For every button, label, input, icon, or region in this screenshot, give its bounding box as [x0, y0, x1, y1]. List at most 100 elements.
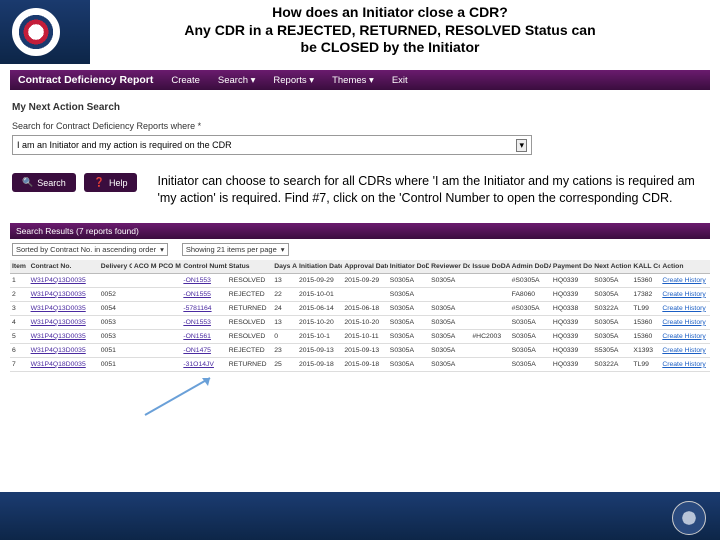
- control-number-link[interactable]: -ON1553: [181, 315, 226, 329]
- page-size-select[interactable]: Showing 21 items per page▾: [182, 243, 289, 256]
- table-cell: S0305A: [429, 329, 470, 343]
- table-row: 1W31P4Q13D0035-ON1553RESOLVED132015-09-2…: [10, 273, 710, 287]
- col-header[interactable]: Admin DoDAAC: [510, 260, 551, 274]
- action-link[interactable]: Create History: [660, 301, 710, 315]
- table-cell: 2015-09-29: [297, 273, 342, 287]
- table-cell: S0322A: [592, 301, 631, 315]
- col-header[interactable]: Item: [10, 260, 29, 274]
- results-header-bar: Search Results (7 reports found): [10, 223, 710, 239]
- table-cell: 0051: [99, 343, 132, 357]
- table-cell: 7: [10, 357, 29, 371]
- table-cell: 2015-10-1: [297, 329, 342, 343]
- table-cell: 2015-09-13: [342, 343, 387, 357]
- table-cell: S0305A: [388, 329, 429, 343]
- sort-select[interactable]: Sorted by Contract No. in ascending orde…: [12, 243, 168, 256]
- action-link[interactable]: Create History: [660, 273, 710, 287]
- control-number-link[interactable]: -ON1555: [181, 287, 226, 301]
- control-number-link[interactable]: -ON1475: [181, 343, 226, 357]
- table-cell: [157, 273, 182, 287]
- contract-link[interactable]: W31P4Q13D0035: [29, 273, 99, 287]
- table-cell: 15360: [631, 329, 660, 343]
- dropdown-value: I am an Initiator and my action is requi…: [17, 140, 232, 150]
- help-button[interactable]: ❓ Help: [84, 173, 138, 192]
- results-count: Search Results (7 reports found): [16, 226, 139, 236]
- action-link[interactable]: Create History: [660, 287, 710, 301]
- col-header[interactable]: Action: [660, 260, 710, 274]
- table-cell: S0305A: [510, 343, 551, 357]
- action-link[interactable]: Create History: [660, 315, 710, 329]
- contract-link[interactable]: W31P4Q13D0035: [29, 315, 99, 329]
- table-cell: 2015-06-18: [342, 301, 387, 315]
- table-row: 2W31P4Q13D00350052-ON1555REJECTED222015-…: [10, 287, 710, 301]
- help-button-label: Help: [109, 178, 128, 188]
- control-number-link[interactable]: -31O14JV: [181, 357, 226, 371]
- col-header[interactable]: Approval Date: [342, 260, 387, 274]
- table-cell: S0305A: [429, 357, 470, 371]
- col-header[interactable]: Initiator DoDAAC: [388, 260, 429, 274]
- col-header[interactable]: Payment DoDAAC: [551, 260, 592, 274]
- table-cell: [157, 357, 182, 371]
- contract-link[interactable]: W31P4Q18D0035: [29, 357, 99, 371]
- button-row: 🔍 Search ❓ Help Initiator can choose to …: [12, 173, 708, 207]
- nav-search[interactable]: Search ▾: [218, 75, 256, 86]
- agency-seal-icon: [12, 8, 60, 56]
- table-cell: S0305A: [592, 287, 631, 301]
- chevron-down-icon: ▾: [160, 245, 164, 254]
- control-number-link[interactable]: -ON1553: [181, 273, 226, 287]
- contract-link[interactable]: W31P4Q13D0035: [29, 287, 99, 301]
- table-cell: S0305A: [388, 301, 429, 315]
- table-row: 7W31P4Q18D00350051-31O14JVRETURNED252015…: [10, 357, 710, 371]
- col-header[interactable]: PCO Mod: [157, 260, 182, 274]
- nav-exit[interactable]: Exit: [392, 75, 408, 86]
- col-header[interactable]: Issue DoDAAC: [470, 260, 509, 274]
- table-cell: [132, 273, 157, 287]
- table-cell: HQ0339: [551, 287, 592, 301]
- col-header[interactable]: Next Action By: [592, 260, 631, 274]
- table-cell: HQ0338: [551, 301, 592, 315]
- contract-link[interactable]: W31P4Q13D0035: [29, 329, 99, 343]
- table-row: 3W31P4Q13D00350054-5781164RETURNED242015…: [10, 301, 710, 315]
- table-cell: [132, 329, 157, 343]
- col-header[interactable]: Reviewer DoDAAC: [429, 260, 470, 274]
- search-button-label: Search: [37, 178, 66, 188]
- action-link[interactable]: Create History: [660, 329, 710, 343]
- table-cell: [157, 343, 182, 357]
- nav-create[interactable]: Create: [171, 75, 200, 86]
- table-cell: REJECTED: [227, 343, 272, 357]
- table-cell: [99, 273, 132, 287]
- table-cell: 0054: [99, 301, 132, 315]
- table-cell: S5305A: [592, 343, 631, 357]
- nav-themes[interactable]: Themes ▾: [332, 75, 374, 86]
- search-button[interactable]: 🔍 Search: [12, 173, 76, 192]
- nav-reports[interactable]: Reports ▾: [273, 75, 314, 86]
- results-controls: Sorted by Contract No. in ascending orde…: [10, 239, 710, 260]
- dod-seal-icon: [672, 501, 706, 535]
- contract-link[interactable]: W31P4Q13D0035: [29, 343, 99, 357]
- col-header[interactable]: Days Aged: [272, 260, 297, 274]
- table-cell: [470, 287, 509, 301]
- contract-link[interactable]: W31P4Q13D0035: [29, 301, 99, 315]
- search-criteria-dropdown[interactable]: I am an Initiator and my action is requi…: [12, 135, 532, 155]
- table-cell: 5: [10, 329, 29, 343]
- table-cell: [157, 287, 182, 301]
- table-cell: S0305A: [510, 357, 551, 371]
- table-cell: RESOLVED: [227, 329, 272, 343]
- col-header[interactable]: Control Number: [181, 260, 226, 274]
- col-header[interactable]: Initiation Date: [297, 260, 342, 274]
- col-header[interactable]: Status: [227, 260, 272, 274]
- action-link[interactable]: Create History: [660, 357, 710, 371]
- col-header[interactable]: KALL Code: [631, 260, 660, 274]
- col-header[interactable]: Contract No.: [29, 260, 99, 274]
- control-number-link[interactable]: -ON1561: [181, 329, 226, 343]
- col-header[interactable]: Delivery Order: [99, 260, 132, 274]
- table-cell: S0305A: [429, 315, 470, 329]
- control-number-link[interactable]: -5781164: [181, 301, 226, 315]
- col-header[interactable]: ACO Mod: [132, 260, 157, 274]
- table-row: 6W31P4Q13D00350051-ON1475REJECTED232015-…: [10, 343, 710, 357]
- table-cell: 24: [272, 301, 297, 315]
- table-cell: S0305A: [510, 315, 551, 329]
- action-link[interactable]: Create History: [660, 343, 710, 357]
- table-cell: S0305A: [592, 315, 631, 329]
- table-header-row: ItemContract No.Delivery OrderACO ModPCO…: [10, 260, 710, 274]
- table-cell: RESOLVED: [227, 315, 272, 329]
